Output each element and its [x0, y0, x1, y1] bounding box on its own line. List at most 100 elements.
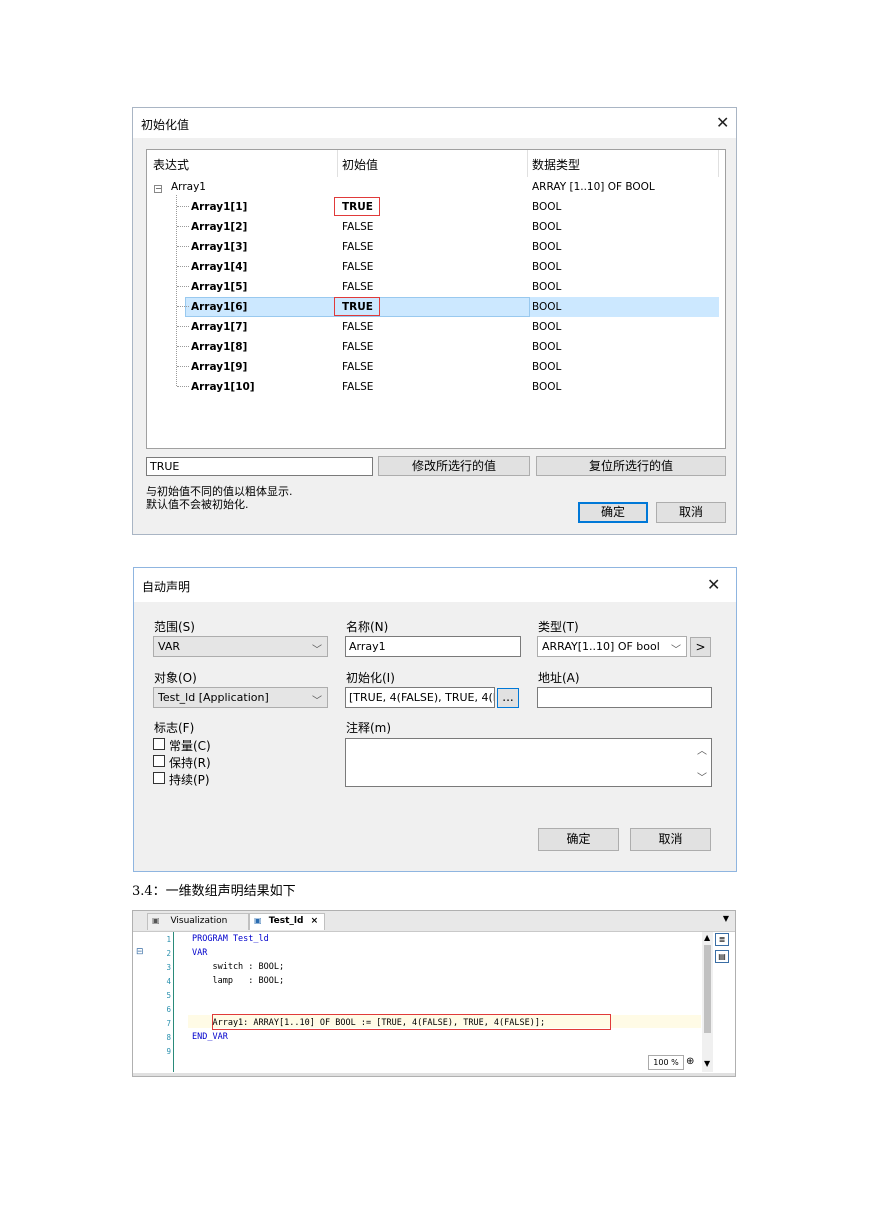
- dialog-title: 初始化值: [141, 118, 190, 132]
- value-edit-field[interactable]: TRUE: [146, 457, 373, 476]
- column-header-expression[interactable]: 表达式: [153, 156, 189, 173]
- scope-value: VAR: [158, 640, 180, 653]
- column-divider[interactable]: [527, 150, 528, 177]
- row-expression: Array1[9]: [191, 361, 248, 373]
- code-line[interactable]: Array1: ARRAY[1..10] OF BOOL := [TRUE, 4…: [192, 1018, 545, 1028]
- constant-checkbox[interactable]: [153, 738, 165, 750]
- cancel-button[interactable]: 取消: [630, 828, 711, 851]
- init-value-row[interactable]: Array1[8] FALSE BOOL: [147, 337, 725, 357]
- tree-line: [177, 326, 189, 327]
- init-value-row[interactable]: Array1[10] FALSE BOOL: [147, 377, 725, 397]
- ok-button[interactable]: 确定: [578, 502, 648, 523]
- object-select[interactable]: Test_ld [Application] ﹀: [153, 687, 328, 708]
- row-init-value[interactable]: FALSE: [342, 221, 373, 233]
- retain-checkbox[interactable]: [153, 755, 165, 767]
- line-number: 5: [166, 991, 171, 1000]
- row-expression: Array1[5]: [191, 281, 248, 293]
- ok-button[interactable]: 确定: [538, 828, 619, 851]
- fold-icon[interactable]: ⊟: [136, 947, 144, 957]
- row-init-value[interactable]: FALSE: [342, 341, 373, 353]
- name-input[interactable]: Array1: [345, 636, 521, 657]
- auto-declare-dialog: 自动声明 ✕ 范围(S) VAR ﹀ 名称(N) Array1 类型(T) AR…: [133, 567, 737, 872]
- close-icon[interactable]: ✕: [707, 577, 720, 593]
- tab-test-ld[interactable]: ▣ Test_ld ×: [249, 913, 325, 930]
- line-number: 6: [166, 1005, 171, 1014]
- column-divider[interactable]: [718, 150, 719, 177]
- type-browse-button[interactable]: >: [690, 637, 711, 657]
- dialog-title: 自动声明: [142, 580, 191, 594]
- init-value-row[interactable]: Array1[3] FALSE BOOL: [147, 237, 725, 257]
- row-data-type: BOOL: [532, 201, 562, 213]
- scroll-up-icon[interactable]: ︿: [697, 742, 707, 757]
- init-value-row[interactable]: Array1[6] TRUE BOOL: [147, 297, 725, 317]
- tree-line: [177, 206, 189, 207]
- collapse-icon[interactable]: −: [154, 185, 162, 193]
- zoom-icon[interactable]: ⊕: [686, 1056, 694, 1067]
- row-init-value[interactable]: FALSE: [342, 321, 373, 333]
- reset-selected-button[interactable]: 复位所选行的值: [536, 456, 726, 476]
- init-edit-button[interactable]: ...: [497, 688, 519, 708]
- chevron-down-icon: ﹀: [312, 696, 322, 707]
- row-init-value[interactable]: FALSE: [342, 361, 373, 373]
- scrollbar-thumb[interactable]: [704, 945, 711, 1033]
- value-highlight-box: [334, 197, 380, 216]
- code-line[interactable]: PROGRAM Test_ld: [192, 934, 269, 944]
- init-label: 初始化(I): [346, 671, 395, 685]
- init-value-row[interactable]: Array1[2] FALSE BOOL: [147, 217, 725, 237]
- scroll-down-icon[interactable]: ﹀: [697, 769, 707, 784]
- dialog-titlebar: 自动声明 ✕: [134, 568, 736, 602]
- cancel-button[interactable]: 取消: [656, 502, 726, 523]
- tree-line: [177, 386, 189, 387]
- scroll-up-icon[interactable]: ▲: [704, 933, 710, 942]
- tree-line: [177, 346, 189, 347]
- object-label: 对象(O): [154, 671, 197, 685]
- modify-selected-button[interactable]: 修改所选行的值: [378, 456, 530, 476]
- row-data-type: BOOL: [532, 281, 562, 293]
- init-value-row[interactable]: Array1[4] FALSE BOOL: [147, 257, 725, 277]
- init-value-row[interactable]: Array1[5] FALSE BOOL: [147, 277, 725, 297]
- init-values-grid: 表达式 初始值 数据类型 − Array1 ARRAY [1..10] OF B…: [146, 149, 726, 449]
- textual-view-icon[interactable]: ≣: [715, 933, 729, 946]
- code-line[interactable]: switch : BOOL;: [192, 962, 284, 972]
- tree-root-row[interactable]: − Array1 ARRAY [1..10] OF BOOL: [147, 177, 725, 197]
- row-init-value[interactable]: FALSE: [342, 381, 373, 393]
- code-line[interactable]: END_VAR: [192, 1032, 228, 1042]
- type-label: 类型(T): [538, 620, 579, 634]
- row-expression: Array1[2]: [191, 221, 248, 233]
- column-divider[interactable]: [337, 150, 338, 177]
- scope-select[interactable]: VAR ﹀: [153, 636, 328, 657]
- tree-line: [177, 306, 189, 307]
- retain-label: 保持(R): [169, 756, 211, 770]
- close-icon[interactable]: ✕: [716, 115, 729, 131]
- tree-line: [177, 266, 189, 267]
- row-init-value[interactable]: FALSE: [342, 281, 373, 293]
- column-header-data-type[interactable]: 数据类型: [532, 156, 580, 173]
- row-data-type: BOOL: [532, 321, 562, 333]
- comment-textarea[interactable]: ︿ ﹀: [345, 738, 712, 787]
- init-input[interactable]: [TRUE, 4(FALSE), TRUE, 4(F...: [345, 687, 495, 708]
- code-line[interactable]: lamp : BOOL;: [192, 976, 284, 986]
- horizontal-splitter[interactable]: [133, 1073, 735, 1076]
- tabular-view-icon[interactable]: ▤: [715, 950, 729, 963]
- row-data-type: BOOL: [532, 361, 562, 373]
- type-select[interactable]: ARRAY[1..10] OF bool ﹀: [537, 636, 687, 657]
- zoom-level[interactable]: 100 %: [648, 1055, 684, 1070]
- row-init-value[interactable]: FALSE: [342, 261, 373, 273]
- code-line[interactable]: VAR: [192, 948, 207, 958]
- init-values-dialog: 初始化值 ✕ 表达式 初始值 数据类型 − Array1 ARRAY [1..1…: [132, 107, 737, 535]
- row-expression: Array1[6]: [191, 301, 248, 313]
- comment-label: 注释(m): [346, 721, 392, 735]
- persistent-checkbox[interactable]: [153, 772, 165, 784]
- scroll-down-icon[interactable]: ▼: [704, 1059, 710, 1068]
- row-init-value[interactable]: FALSE: [342, 241, 373, 253]
- init-value-row[interactable]: Array1[1] TRUE BOOL: [147, 197, 725, 217]
- tab-list-dropdown-icon[interactable]: ▼: [723, 914, 729, 923]
- init-value-row[interactable]: Array1[7] FALSE BOOL: [147, 317, 725, 337]
- address-input[interactable]: [537, 687, 712, 708]
- column-header-init-value[interactable]: 初始值: [342, 156, 378, 173]
- address-label: 地址(A): [538, 671, 580, 685]
- init-value-row[interactable]: Array1[9] FALSE BOOL: [147, 357, 725, 377]
- close-tab-icon[interactable]: ×: [311, 916, 319, 926]
- tab-visualization[interactable]: ▣ Visualization: [147, 913, 249, 930]
- chevron-down-icon: ﹀: [312, 645, 322, 656]
